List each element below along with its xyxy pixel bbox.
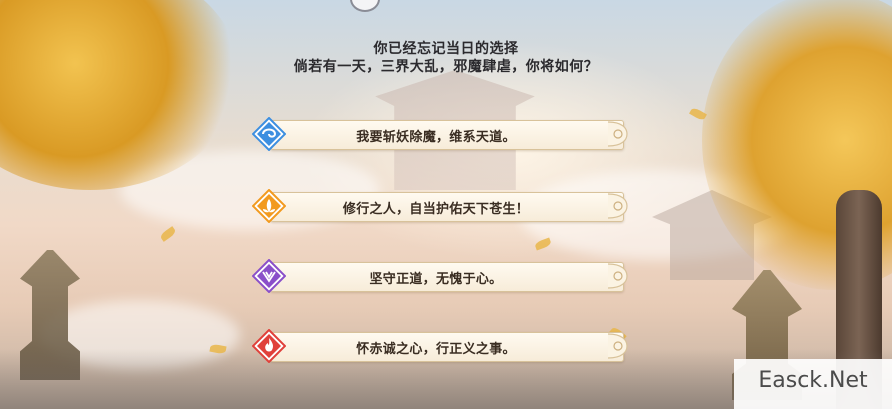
orange-lotus-emblem-icon: [252, 189, 286, 223]
choice-label: 坚守正道，无愧于心。: [369, 272, 503, 287]
choice-option-1[interactable]: 我要斩妖除魔，维系天道。: [252, 117, 630, 151]
scroll-curl-icon: [607, 121, 628, 147]
choice-option-4[interactable]: 怀赤诚之心，行正义之事。: [252, 329, 630, 363]
watermark: Easck.Net: [734, 359, 892, 409]
falling-leaf: [159, 226, 177, 242]
choice-label: 修行之人，自当护佑天下苍生！: [342, 202, 530, 217]
scroll-curl-icon: [607, 263, 628, 289]
choice-label: 怀赤诚之心，行正义之事。: [356, 342, 516, 357]
choice-label: 我要斩妖除魔，维系天道。: [356, 130, 516, 145]
scroll-curl-icon: [607, 193, 628, 219]
dialog-prompt-line2: 倘若有一天，三界大乱，邪魔肆虐，你将如何？: [293, 59, 599, 75]
watermark-text: Easck.Net: [758, 368, 868, 393]
choice-option-3[interactable]: 坚守正道，无愧于心。: [252, 259, 630, 293]
scroll-curl-icon: [607, 333, 628, 359]
blue-swirl-emblem-icon: [252, 117, 286, 151]
choice-option-2[interactable]: 修行之人，自当护佑天下苍生！: [252, 189, 630, 223]
red-flame-emblem-icon: [252, 329, 286, 363]
purple-sigil-emblem-icon: [252, 259, 286, 293]
dialog-prompt-line1: 你已经忘记当日的选择: [373, 41, 519, 57]
